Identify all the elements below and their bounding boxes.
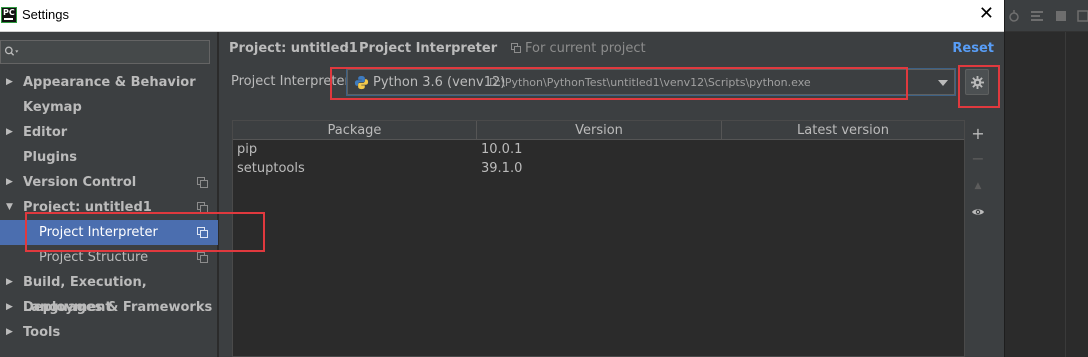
- window-title: Settings: [22, 7, 69, 22]
- close-icon[interactable]: ✕: [979, 4, 994, 24]
- add-package-button[interactable]: +: [969, 125, 987, 143]
- search-icon: [4, 46, 19, 56]
- sidebar-item-label: Tools: [23, 325, 61, 340]
- chevron-right-icon[interactable]: ▶: [6, 295, 13, 320]
- sidebar-item-label: Project Interpreter: [39, 225, 158, 240]
- table-toolbar: + − ▲: [965, 122, 991, 242]
- stop-icon: [1054, 9, 1068, 23]
- sidebar-item-editor[interactable]: ▶ Editor: [0, 120, 218, 145]
- background-divider: [1065, 32, 1066, 357]
- copy-scope-icon: [197, 252, 208, 263]
- eye-icon: [972, 209, 984, 215]
- sidebar-item-appearance-behavior[interactable]: ▶ Appearance & Behavior: [0, 70, 218, 95]
- debug-icon: [1007, 9, 1021, 23]
- chevron-right-icon[interactable]: ▶: [6, 170, 13, 195]
- sidebar-item-label: Project Structure: [39, 250, 149, 265]
- scope-note: For current project: [511, 41, 646, 56]
- pycharm-logo-icon: PC: [1, 7, 17, 23]
- sidebar-item-label: Languages & Frameworks: [23, 300, 213, 315]
- chevron-down-icon[interactable]: [938, 80, 948, 86]
- chevron-right-icon[interactable]: ▶: [6, 320, 13, 345]
- breadcrumb-project[interactable]: Project: untitled1: [229, 41, 358, 56]
- sidebar-item-version-control[interactable]: ▶ Version Control: [0, 170, 218, 195]
- breadcrumb-separator: ›: [344, 40, 350, 55]
- sidebar-item-languages-frameworks[interactable]: ▶ Languages & Frameworks: [0, 295, 218, 320]
- settings-search-input[interactable]: [0, 40, 210, 64]
- reset-link[interactable]: Reset: [952, 41, 994, 56]
- sidebar-item-project-structure[interactable]: Project Structure: [0, 245, 218, 270]
- chevron-right-icon[interactable]: ▶: [6, 70, 13, 95]
- interpreter-settings-button[interactable]: [965, 69, 989, 95]
- settings-sidebar: ▶ Appearance & Behavior Keymap ▶ Editor Plugi…: [0, 32, 218, 357]
- sidebar-item-label: Project: untitled1: [23, 200, 152, 215]
- copy-scope-icon: [511, 43, 521, 53]
- sidebar-item-project-untitled1[interactable]: ▼ Project: untitled1: [0, 195, 218, 220]
- table-header: Package Version Latest version: [233, 121, 964, 140]
- table-row[interactable]: setuptools 39.1.0: [233, 159, 964, 178]
- scope-label: For current project: [525, 41, 646, 56]
- sidebar-item-project-interpreter[interactable]: Project Interpreter: [0, 220, 218, 245]
- chevron-right-icon[interactable]: ▶: [6, 120, 13, 145]
- page-title: Project Interpreter: [359, 41, 498, 56]
- interpreter-dropdown[interactable]: Python 3.6 (venv12) D:\Python\PythonTest…: [347, 69, 955, 95]
- title-bar: PC Settings ✕: [0, 0, 1004, 32]
- chevron-down-icon[interactable]: ▼: [6, 195, 13, 220]
- sidebar-item-label: Editor: [23, 125, 68, 140]
- package-version: 39.1.0: [481, 161, 523, 176]
- list-icon: [1030, 9, 1044, 23]
- more-icon: [1076, 9, 1088, 23]
- sidebar-item-tools[interactable]: ▶ Tools: [0, 320, 218, 345]
- table-row[interactable]: pip 10.0.1: [233, 140, 964, 159]
- python-icon: [354, 75, 369, 90]
- package-name: setuptools: [237, 161, 305, 176]
- background-ide-window: [1004, 0, 1088, 357]
- package-version: 10.0.1: [481, 142, 523, 157]
- remove-package-button[interactable]: −: [969, 150, 987, 168]
- show-early-releases-button[interactable]: [969, 203, 987, 221]
- interpreter-label: Project Interpreter:: [231, 74, 355, 89]
- column-header-package[interactable]: Package: [233, 123, 476, 138]
- sidebar-item-label: Appearance & Behavior: [23, 75, 196, 90]
- sidebar-item-label: Plugins: [23, 150, 77, 165]
- upgrade-package-button[interactable]: ▲: [969, 177, 987, 195]
- sidebar-item-plugins[interactable]: Plugins: [0, 145, 218, 170]
- copy-scope-icon: [197, 177, 208, 188]
- sidebar-item-build-execution-deployment[interactable]: ▶ Build, Execution, Deployment: [0, 270, 218, 315]
- interpreter-name: Python 3.6 (venv12): [373, 75, 506, 90]
- main-panel: Project: untitled1 › Project Interpreter…: [219, 32, 1004, 357]
- copy-scope-icon: [197, 227, 208, 238]
- copy-scope-icon: [197, 202, 208, 213]
- column-header-version[interactable]: Version: [477, 123, 721, 138]
- interpreter-path: D:\Python\PythonTest\untitled1\venv12\Sc…: [489, 76, 811, 89]
- sidebar-item-keymap[interactable]: Keymap: [0, 95, 218, 120]
- column-header-latest-version[interactable]: Latest version: [722, 123, 964, 138]
- chevron-right-icon[interactable]: ▶: [6, 270, 13, 295]
- packages-table: Package Version Latest version pip 10.0.…: [232, 120, 965, 357]
- gear-icon: [971, 76, 984, 89]
- package-name: pip: [237, 142, 258, 157]
- sidebar-item-label: Keymap: [23, 100, 82, 115]
- sidebar-item-label: Version Control: [23, 175, 137, 190]
- logo-text: PC: [3, 8, 15, 17]
- background-toolbar: [1005, 0, 1088, 32]
